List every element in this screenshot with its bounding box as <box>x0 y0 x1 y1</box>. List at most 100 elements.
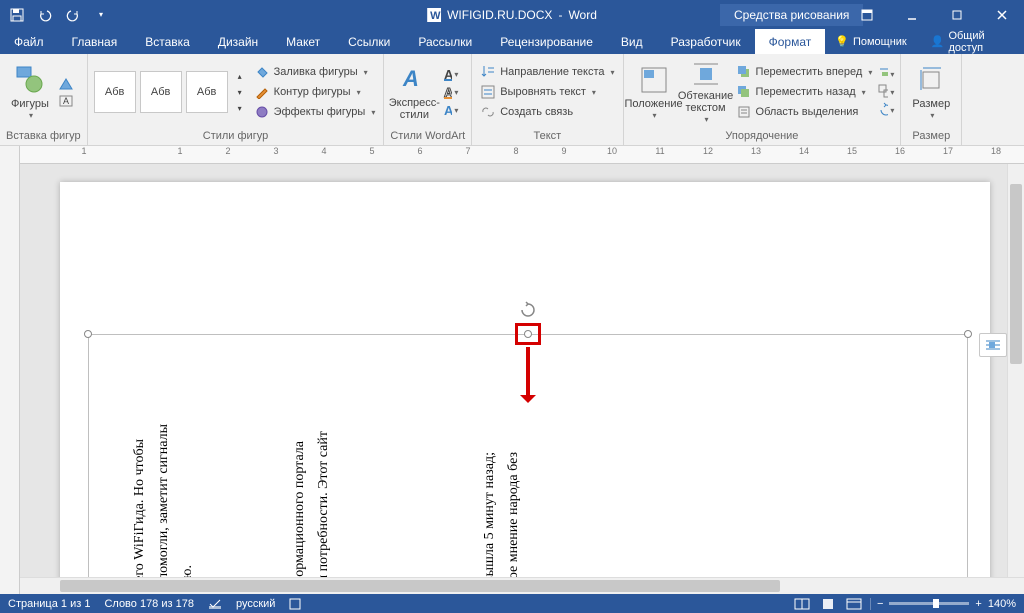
wrap-text-button[interactable]: Обтекание текстом▾ <box>682 59 730 125</box>
maximize-button[interactable] <box>934 0 979 29</box>
text-outline-button[interactable]: A▾ <box>442 84 458 100</box>
rotate-button[interactable]: ▾ <box>878 102 894 118</box>
group-arrange: Положение▾ Обтекание текстом▾ Переместит… <box>624 54 902 145</box>
doc-name: WIFIGID.RU.DOCX <box>447 8 552 22</box>
edit-shape-button[interactable] <box>58 75 74 91</box>
view-web-layout[interactable] <box>844 596 864 612</box>
quick-access-toolbar: ▾ <box>0 4 118 26</box>
align-button[interactable]: ▾ <box>878 66 894 82</box>
view-print-layout[interactable] <box>818 596 838 612</box>
status-page[interactable]: Страница 1 из 1 <box>8 598 90 610</box>
horizontal-ruler[interactable]: 1123456789101112131415161718 <box>20 146 1024 164</box>
resize-handle-tr[interactable] <box>964 330 972 338</box>
shapes-icon <box>14 64 46 96</box>
redo-button[interactable] <box>62 4 84 26</box>
layout-options-button[interactable] <box>979 333 1007 357</box>
size-button[interactable]: Размер▾ <box>907 59 955 125</box>
bring-forward-button[interactable]: Переместить вперед▾ <box>734 63 875 81</box>
shape-effects-button[interactable]: Эффекты фигуры▾ <box>252 103 378 121</box>
tab-view[interactable]: Вид <box>607 29 657 54</box>
vertical-scroll-thumb[interactable] <box>1010 184 1022 364</box>
text-column-1a: шего WiFiГида. Но чтобы <box>129 439 150 577</box>
zoom-out-button[interactable]: − <box>877 598 883 610</box>
tab-review[interactable]: Рецензирование <box>486 29 607 54</box>
wordart-quickstyles-button[interactable]: A Экспресс- стили <box>390 59 438 125</box>
shape-outline-button[interactable]: Контур фигуры▾ <box>252 83 378 101</box>
title-bar: ▾ W WIFIGID.RU.DOCX - Word Средства рисо… <box>0 0 1024 29</box>
tab-home[interactable]: Главная <box>58 29 132 54</box>
style-gallery-more[interactable]: ▾ <box>232 100 248 116</box>
ribbon-display-button[interactable] <box>844 0 889 29</box>
tab-design[interactable]: Дизайн <box>204 29 272 54</box>
effects-icon <box>254 104 270 120</box>
svg-text:W: W <box>430 10 441 22</box>
horizontal-scroll-thumb[interactable] <box>60 580 780 592</box>
text-box-button[interactable]: A <box>58 93 74 109</box>
text-column-2a: нформационного портала <box>289 441 310 577</box>
shapes-gallery-button[interactable]: Фигуры ▾ <box>6 59 54 125</box>
close-button[interactable] <box>979 0 1024 29</box>
document-scroll-area[interactable]: шего WiFiГида. Но чтобы ы помогли, замет… <box>20 164 1024 577</box>
minimize-button[interactable] <box>889 0 934 29</box>
macro-record-icon[interactable] <box>289 598 301 610</box>
vertical-ruler[interactable] <box>0 146 20 594</box>
tab-mailings[interactable]: Рассылки <box>404 29 486 54</box>
zoom-slider[interactable] <box>889 602 969 605</box>
create-link-button[interactable]: Создать связь <box>478 103 616 121</box>
group-objects-button[interactable]: ▾ <box>878 84 894 100</box>
save-button[interactable] <box>6 4 28 26</box>
group-label-shape-styles: Стили фигур <box>94 128 378 145</box>
shape-style-preset-2[interactable]: Абв <box>140 71 182 113</box>
align-text-icon <box>480 84 496 100</box>
shape-style-preset-1[interactable]: Абв <box>94 71 136 113</box>
zoom-in-button[interactable]: + <box>975 598 981 610</box>
tab-insert[interactable]: Вставка <box>131 29 204 54</box>
tab-developer[interactable]: Разработчик <box>657 29 755 54</box>
share-button[interactable]: 👤 Общий доступ <box>921 30 1020 54</box>
chevron-down-icon: ▾ <box>29 112 33 121</box>
vertical-scrollbar[interactable] <box>1007 164 1024 577</box>
lightbulb-icon: 💡 <box>835 35 849 48</box>
ribbon: Фигуры ▾ A Вставка фигур Абв Абв Абв ▴ ▾… <box>0 54 1024 146</box>
resize-handle-tl[interactable] <box>84 330 92 338</box>
document-page[interactable]: шего WiFiГида. Но чтобы ы помогли, замет… <box>60 182 990 577</box>
zoom-level[interactable]: 140% <box>988 598 1016 610</box>
tab-format[interactable]: Формат <box>755 29 826 54</box>
text-direction-button[interactable]: Направление текста▾ <box>478 63 616 81</box>
group-label-insert-shapes: Вставка фигур <box>6 128 81 145</box>
status-language[interactable]: русский <box>236 598 275 610</box>
style-gallery-down[interactable]: ▾ <box>232 84 248 100</box>
shape-style-preset-3[interactable]: Абв <box>186 71 228 113</box>
tab-references[interactable]: Ссылки <box>334 29 404 54</box>
rotate-handle[interactable] <box>519 301 537 319</box>
selection-pane-button[interactable]: Область выделения <box>734 103 875 121</box>
tab-file[interactable]: Файл <box>0 29 58 54</box>
word-icon: W <box>427 8 441 22</box>
view-read-mode[interactable] <box>792 596 812 612</box>
position-button[interactable]: Положение▾ <box>630 59 678 125</box>
qat-customize-button[interactable]: ▾ <box>90 4 112 26</box>
bucket-icon <box>254 64 270 80</box>
shapes-label: Фигуры <box>11 98 49 110</box>
size-icon <box>915 64 947 96</box>
status-bar: Страница 1 из 1 Слово 178 из 178 русский… <box>0 594 1024 613</box>
wordart-label: Экспресс- стили <box>389 97 440 121</box>
tab-layout[interactable]: Макет <box>272 29 334 54</box>
tell-me-box[interactable]: 💡 Помощник <box>825 35 917 48</box>
spellcheck-icon[interactable] <box>208 598 222 610</box>
horizontal-scrollbar[interactable] <box>20 577 1024 594</box>
align-text-button[interactable]: Выровнять текст▾ <box>478 83 616 101</box>
text-fill-button[interactable]: A▾ <box>442 66 458 82</box>
undo-button[interactable] <box>34 4 56 26</box>
group-text: Направление текста▾ Выровнять текст▾ Соз… <box>472 54 623 145</box>
text-effects-button[interactable]: A▾ <box>442 102 458 118</box>
send-backward-button[interactable]: Переместить назад▾ <box>734 83 875 101</box>
text-box-frame[interactable]: шего WiFiГида. Но чтобы ы помогли, замет… <box>88 334 968 577</box>
group-label-wordart: Стили WordArt <box>390 128 465 145</box>
style-gallery-up[interactable]: ▴ <box>232 68 248 84</box>
shape-fill-button[interactable]: Заливка фигуры▾ <box>252 63 378 81</box>
status-words[interactable]: Слово 178 из 178 <box>104 598 194 610</box>
person-icon: 👤 <box>931 35 945 48</box>
svg-text:A: A <box>402 66 419 91</box>
bring-forward-icon <box>736 64 752 80</box>
